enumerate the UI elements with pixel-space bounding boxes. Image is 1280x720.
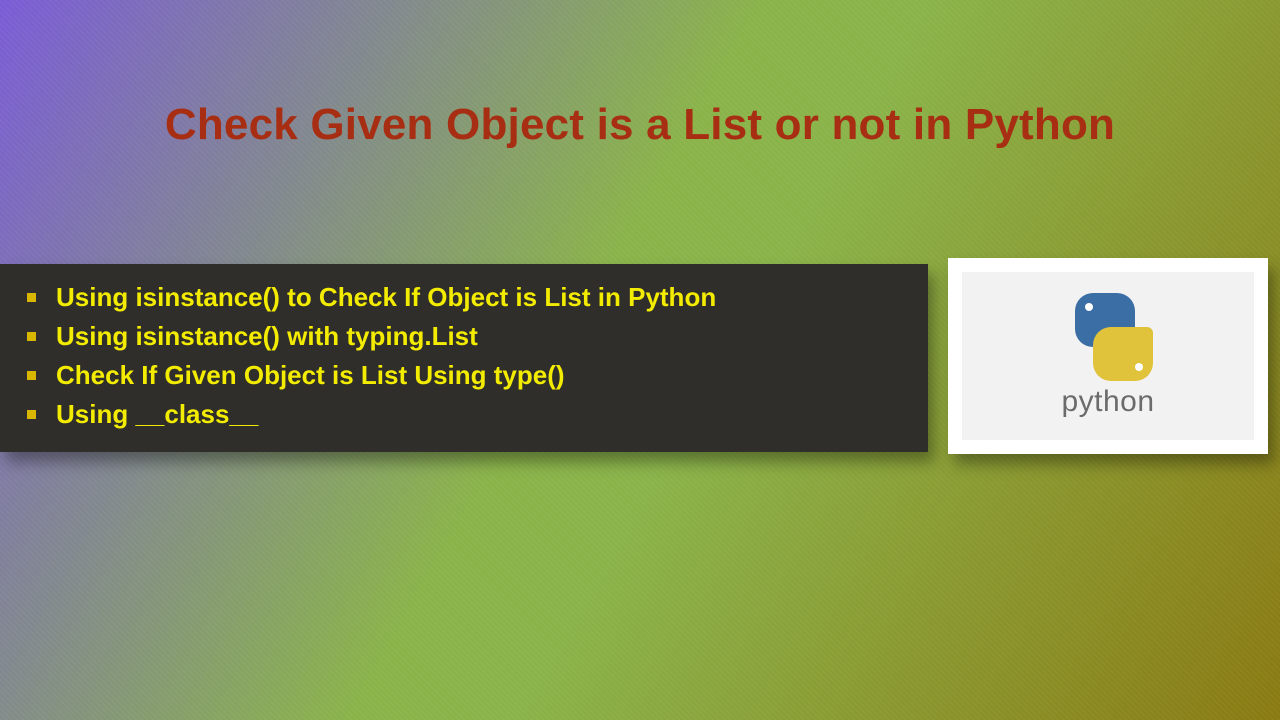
list-item: Using isinstance() with typing.List	[18, 317, 910, 356]
bullet-list: Using isinstance() to Check If Object is…	[18, 278, 910, 434]
bullet-list-box: Using isinstance() to Check If Object is…	[0, 264, 928, 452]
list-item: Using __class__	[18, 395, 910, 434]
python-logo: python	[962, 272, 1254, 440]
list-item: Using isinstance() to Check If Object is…	[18, 278, 910, 317]
slide-title: Check Given Object is a List or not in P…	[0, 100, 1280, 150]
python-snake-icon	[1053, 293, 1163, 381]
python-logo-label: python	[1061, 385, 1154, 419]
python-logo-card: python	[948, 258, 1268, 454]
list-item: Check If Given Object is List Using type…	[18, 356, 910, 395]
presentation-slide: Check Given Object is a List or not in P…	[0, 0, 1280, 720]
